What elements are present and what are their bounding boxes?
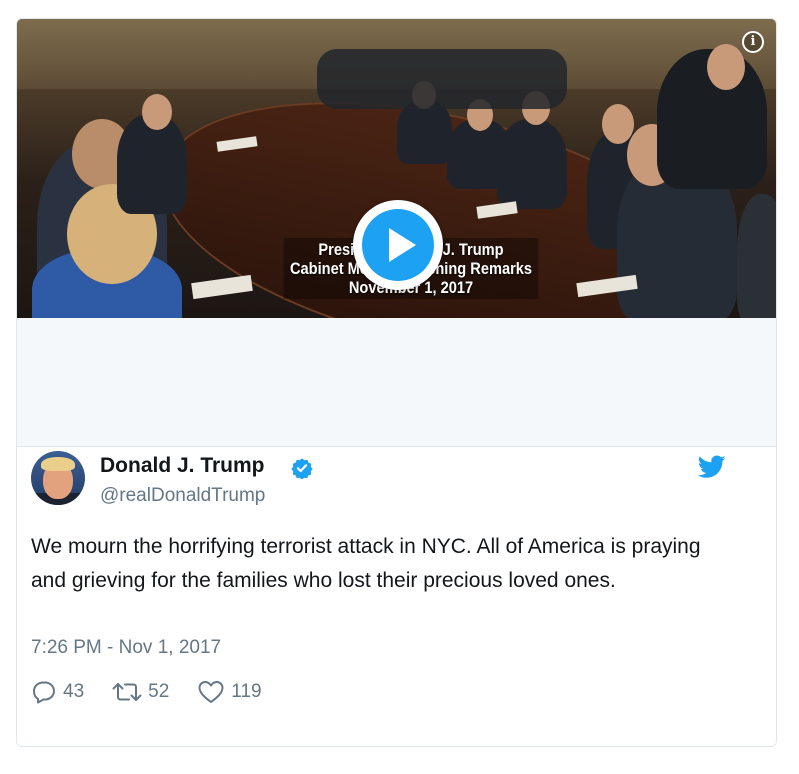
- video-figure-group: [317, 49, 567, 109]
- verified-badge-icon: [291, 458, 313, 479]
- retweet-count: 52: [148, 681, 170, 702]
- video-player[interactable]: i President Donald J. Trump Cabinet Meet…: [17, 19, 776, 318]
- heart-icon: [198, 681, 224, 703]
- like-count: 119: [231, 681, 262, 702]
- reply-button[interactable]: 43: [31, 680, 84, 704]
- like-button[interactable]: 119: [197, 680, 262, 704]
- video-figure-head: [707, 44, 745, 90]
- video-paper: [191, 274, 253, 300]
- avatar[interactable]: [31, 451, 85, 505]
- play-button[interactable]: [353, 200, 443, 290]
- retweet-button[interactable]: 52: [112, 680, 169, 704]
- display-name[interactable]: Donald J. Trump: [100, 454, 265, 478]
- video-letterbox: [17, 318, 776, 447]
- tweet-actions: 43 52 119: [31, 678, 290, 706]
- info-icon[interactable]: i: [742, 31, 764, 53]
- tweet-text: We mourn the horrifying terrorist attack…: [31, 535, 701, 592]
- retweet-icon: [112, 683, 142, 701]
- twitter-bird-icon[interactable]: [698, 455, 726, 479]
- play-icon: [362, 209, 434, 281]
- video-figure: [737, 194, 776, 318]
- tweet-timestamp[interactable]: 7:26 PM - Nov 1, 2017: [31, 637, 221, 659]
- user-handle[interactable]: @realDonaldTrump: [100, 485, 265, 507]
- video-figure-head: [142, 94, 172, 130]
- reply-icon: [33, 681, 55, 704]
- video-figure-head: [602, 104, 634, 144]
- reply-count: 43: [63, 681, 85, 702]
- video-figure: [497, 119, 567, 209]
